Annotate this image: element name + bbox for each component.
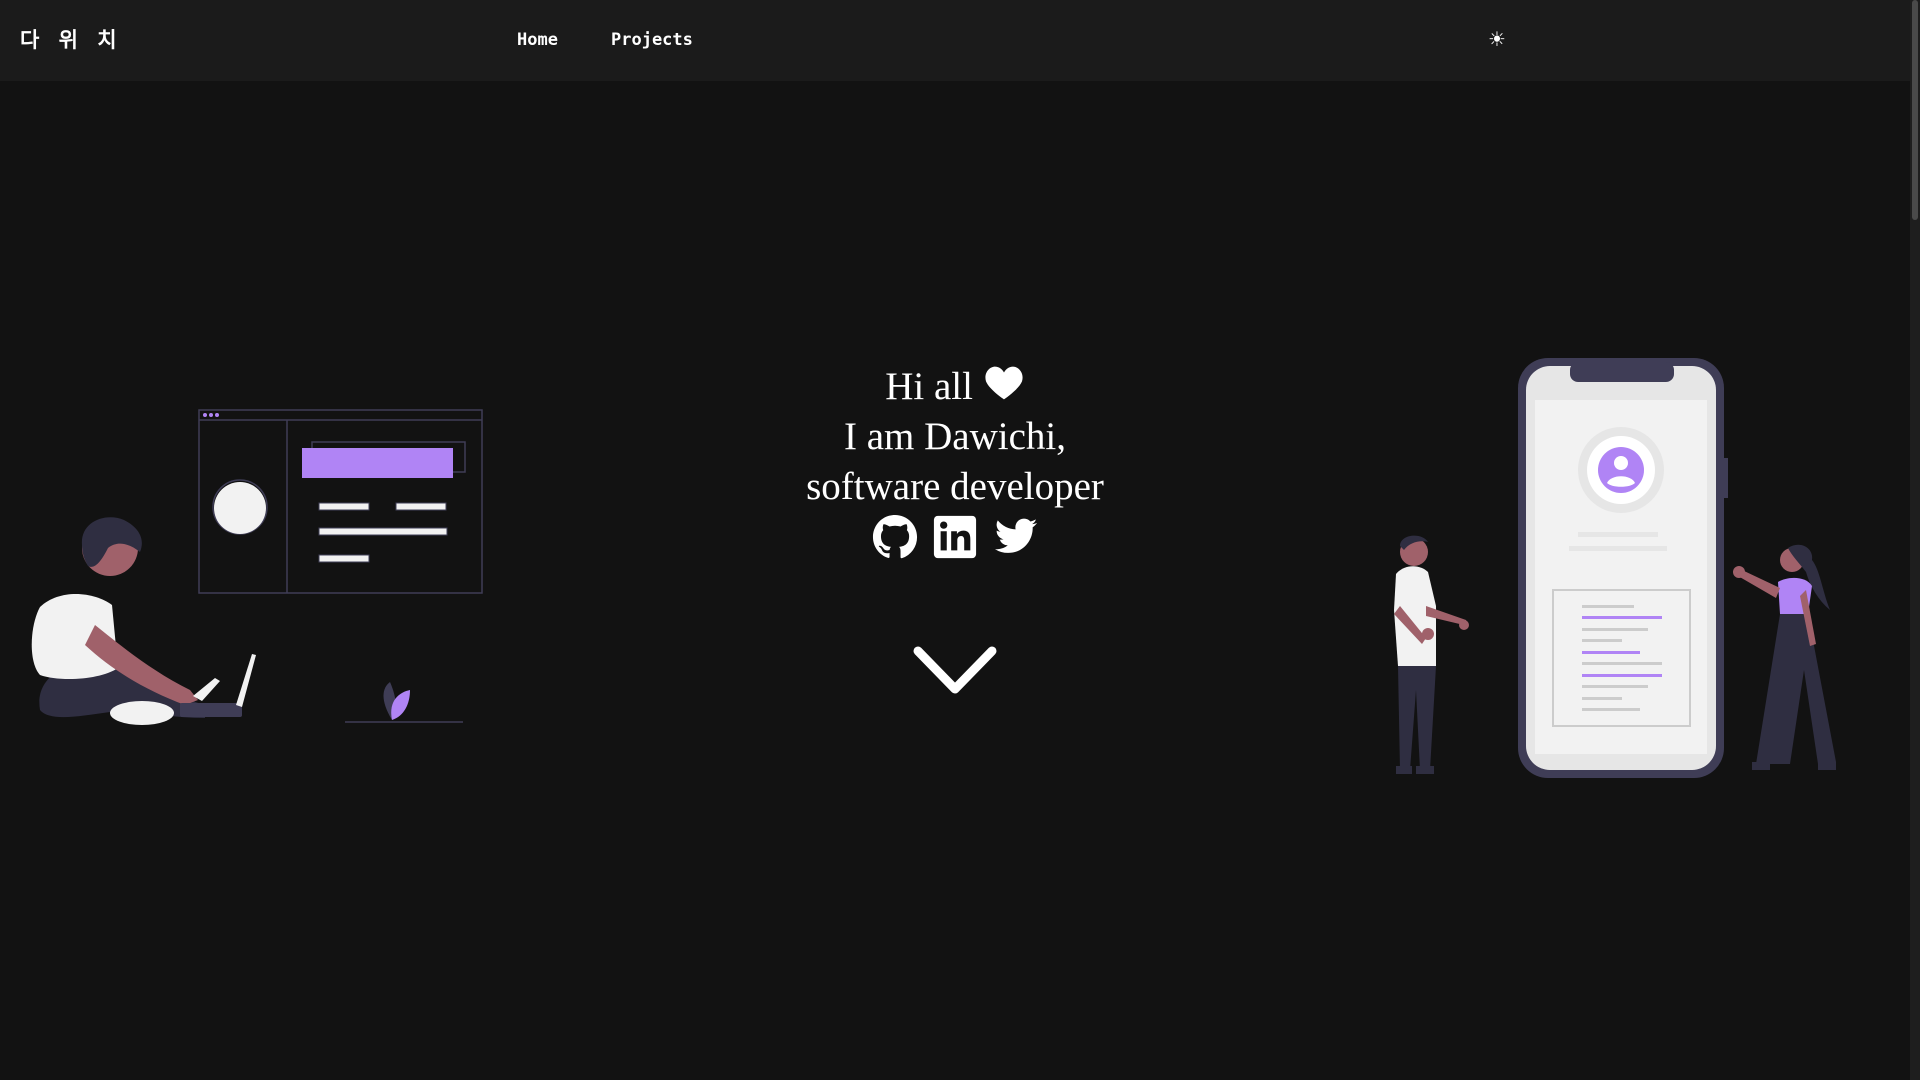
avatar-icon	[1578, 427, 1664, 513]
chevron-down-icon[interactable]	[912, 643, 998, 699]
hero-heading: Hi all I am Dawichi, software developer	[750, 362, 1160, 512]
nav-link-home[interactable]: Home	[517, 30, 558, 50]
standing-man-graphic	[1394, 535, 1469, 774]
twitter-icon[interactable]	[993, 514, 1039, 560]
hero-greeting-line: Hi all	[750, 362, 1160, 412]
hero-role-line: software developer	[806, 465, 1104, 508]
social-links	[872, 514, 1040, 560]
hero-greeting: Hi all	[885, 365, 973, 408]
browser-window-graphic	[198, 409, 483, 594]
site-logo[interactable]: 다 위 치	[20, 24, 123, 54]
scrollbar-thumb[interactable]	[1912, 0, 1918, 220]
standing-woman-graphic	[1733, 544, 1836, 770]
developer-laptop-illustration	[31, 409, 483, 725]
mobile-profile-illustration	[1394, 358, 1836, 778]
theme-toggle-sun-icon[interactable]: ☀	[1488, 27, 1506, 51]
plant-graphic	[345, 682, 463, 723]
nav-link-projects[interactable]: Projects	[611, 30, 693, 50]
hero-intro-line: I am Dawichi,	[843, 415, 1066, 458]
heart-icon	[985, 366, 1023, 400]
seated-person-graphic	[31, 517, 256, 725]
navbar: 다 위 치 Home Projects ☀	[0, 0, 1910, 81]
github-icon[interactable]	[872, 514, 918, 560]
linkedin-icon[interactable]	[932, 514, 978, 560]
phone-graphic	[1518, 358, 1728, 778]
